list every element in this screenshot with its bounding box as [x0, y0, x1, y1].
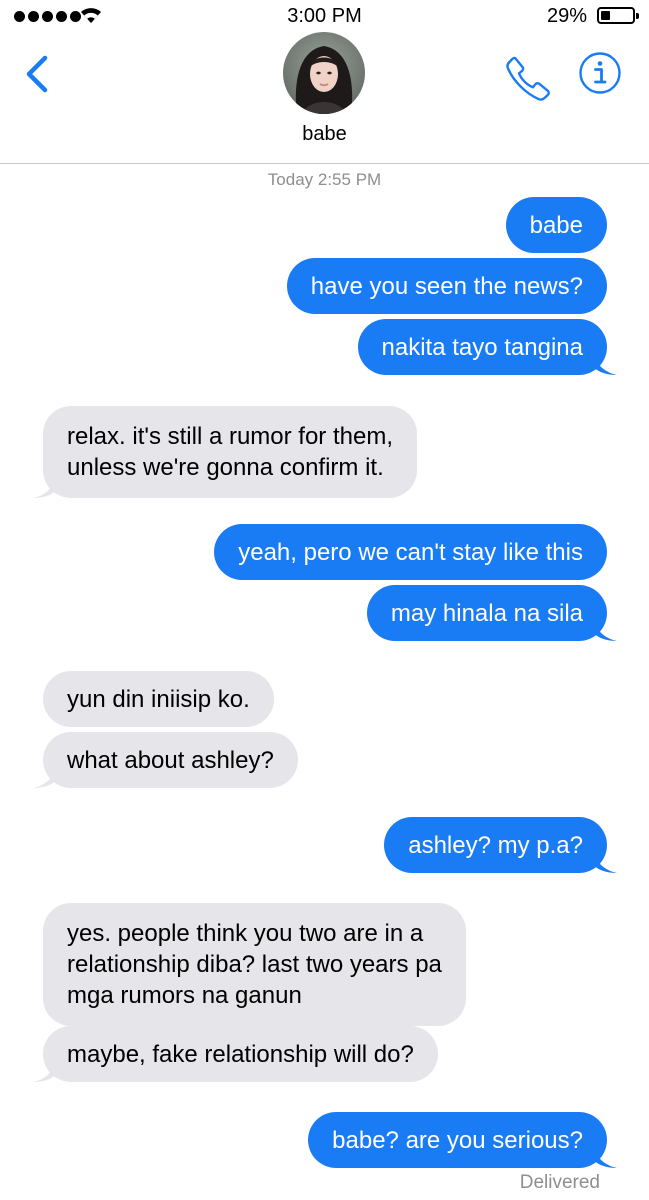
- message-text-line: relationship diba? last two years pa: [67, 951, 442, 978]
- bubble-tail: [593, 1144, 617, 1168]
- message-text-line: unless we're gonna confirm it.: [67, 454, 384, 481]
- message-text: nakita tayo tangina: [381, 333, 583, 361]
- phone-icon[interactable]: [504, 54, 552, 102]
- bubble-tail: [593, 351, 617, 375]
- message-text: yeah, pero we can't stay like this: [238, 538, 583, 566]
- message-text: babe? are you serious?: [332, 1126, 583, 1154]
- message-text: maybe, fake relationship will do?: [67, 1040, 414, 1068]
- back-chevron-icon[interactable]: [22, 54, 52, 94]
- delivery-status: Delivered: [519, 1172, 600, 1193]
- message-incoming[interactable]: relax. it's still a rumor for them, unle…: [33, 406, 417, 498]
- message-outgoing[interactable]: babe: [505, 197, 607, 253]
- bubble-tail: [33, 1058, 57, 1082]
- message-outgoing[interactable]: babe? are you serious?: [308, 1112, 617, 1168]
- conversation-timestamp: Today 2:55 PM: [267, 170, 382, 189]
- battery-percent: 29%: [546, 5, 587, 27]
- contact-name[interactable]: babe: [0, 123, 649, 146]
- info-icon[interactable]: [578, 51, 622, 95]
- status-bar: 3:00 PM 29%: [0, 0, 649, 32]
- message-incoming[interactable]: yes. people think you two are in a relat…: [43, 903, 466, 1026]
- message-text-line: mga rumors na ganun: [67, 982, 302, 1009]
- message-outgoing[interactable]: nakita tayo tangina: [357, 319, 617, 375]
- bubble-tail: [593, 849, 617, 873]
- message-text: may hinala na sila: [390, 599, 583, 627]
- message-incoming[interactable]: yun din iniisip ko.: [43, 671, 274, 727]
- bubble-tail: [33, 474, 57, 498]
- contact-avatar[interactable]: [283, 32, 365, 114]
- message-text: ashley? my p.a?: [408, 831, 583, 859]
- battery-icon: [597, 7, 639, 24]
- message-outgoing[interactable]: ashley? my p.a?: [384, 817, 617, 873]
- message-incoming[interactable]: what about ashley?: [33, 732, 298, 788]
- bubble-tail: [593, 617, 617, 641]
- bubble-tail: [33, 764, 57, 788]
- message-outgoing[interactable]: may hinala na sila: [366, 585, 617, 641]
- message-text: what about ashley?: [67, 746, 274, 774]
- conversation-header: babe: [0, 32, 649, 164]
- message-outgoing[interactable]: yeah, pero we can't stay like this: [214, 524, 607, 580]
- message-text: have you seen the news?: [310, 272, 583, 300]
- message-text: yun din iniisip ko.: [67, 685, 250, 713]
- message-text: babe: [529, 211, 583, 239]
- message-text-line: yes. people think you two are in a: [67, 920, 424, 947]
- message-outgoing[interactable]: have you seen the news?: [286, 258, 607, 314]
- message-text-line: relax. it's still a rumor for them,: [67, 423, 393, 450]
- message-incoming[interactable]: maybe, fake relationship will do?: [33, 1026, 438, 1082]
